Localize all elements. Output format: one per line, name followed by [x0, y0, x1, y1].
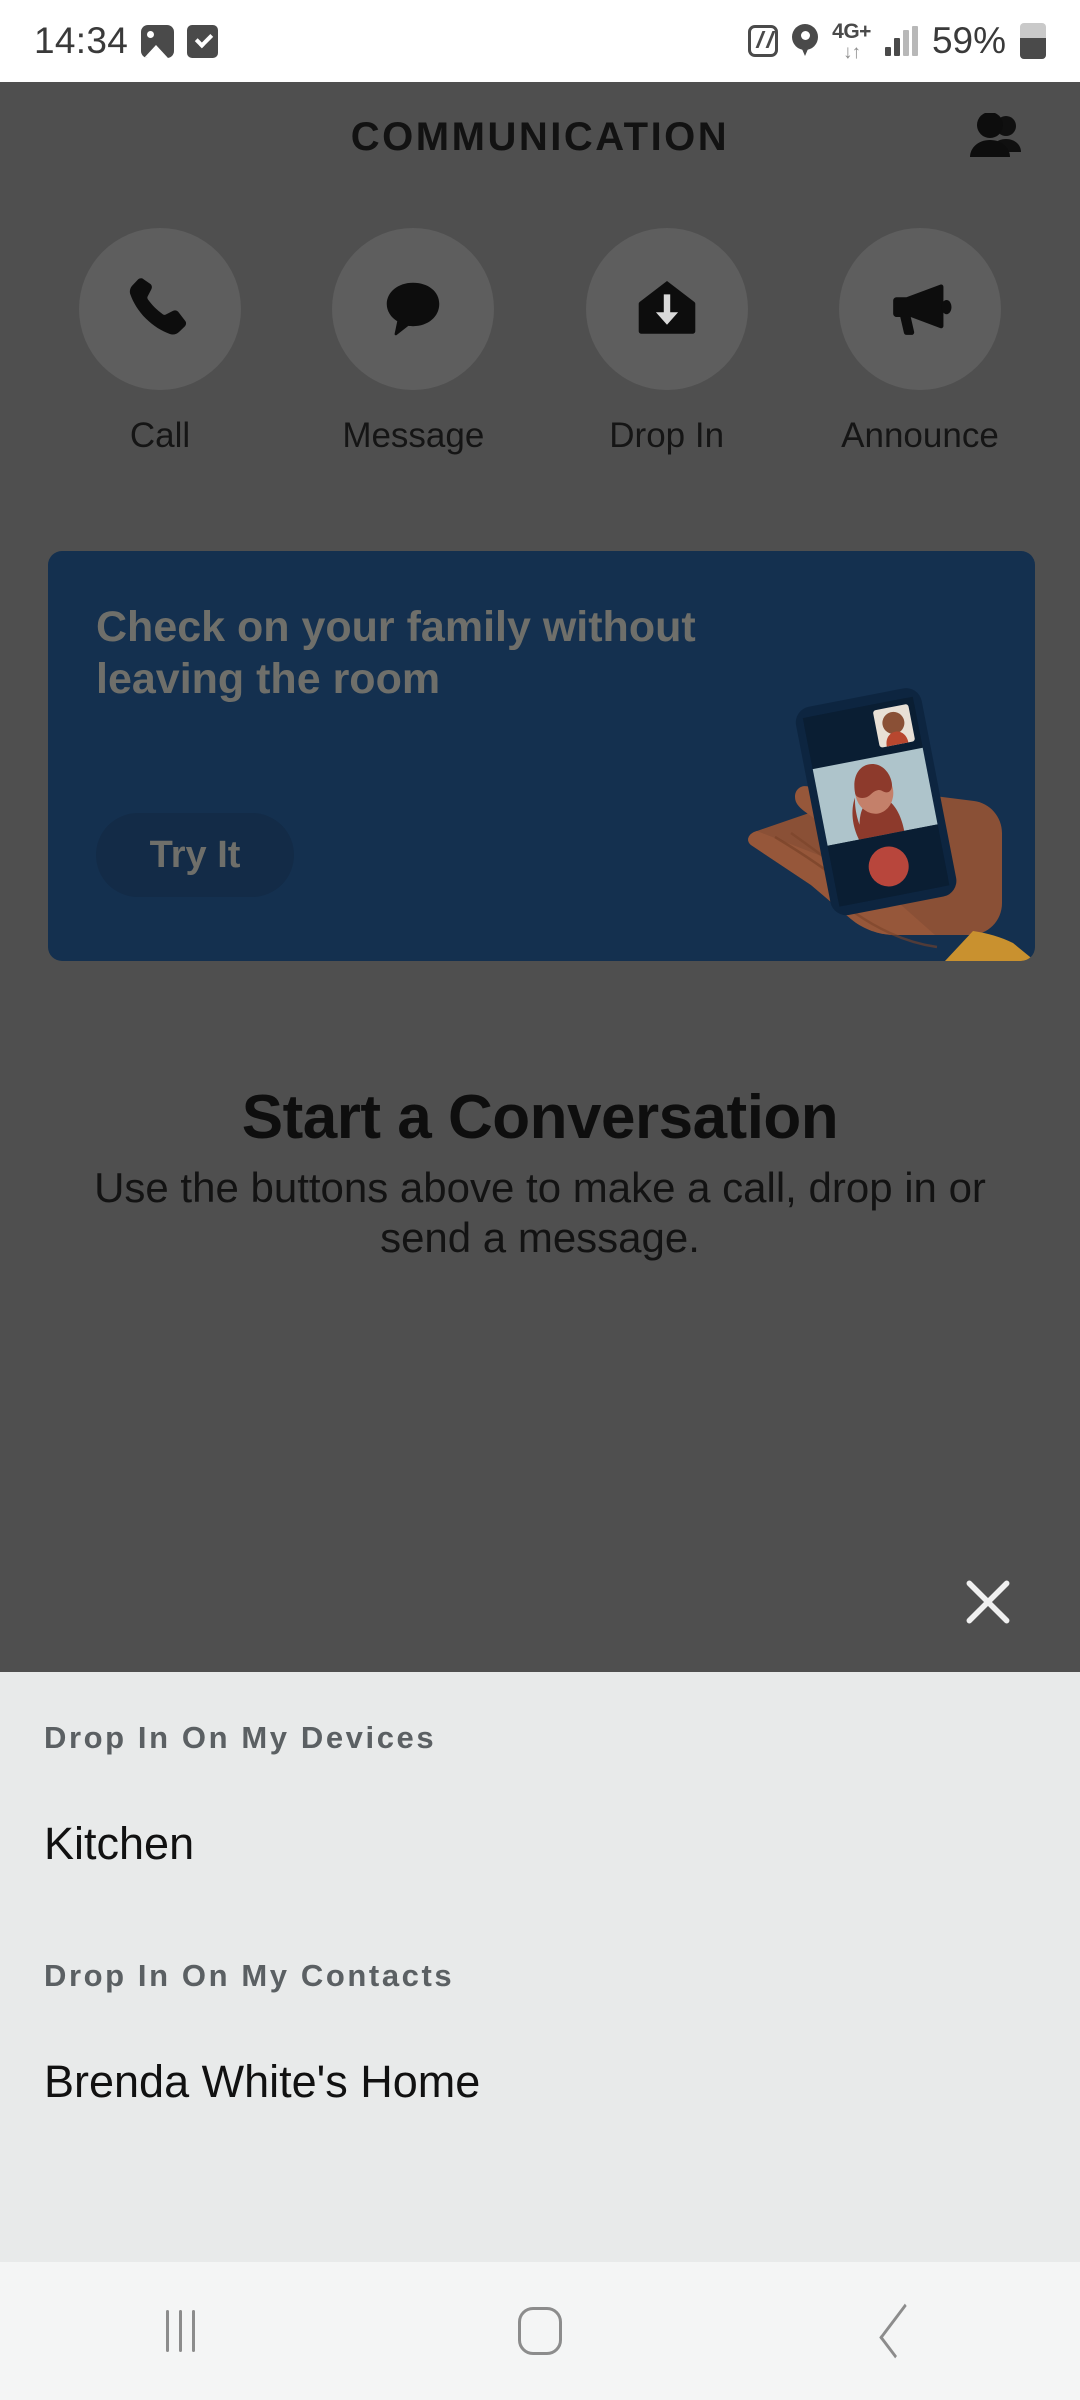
action-call[interactable]: Call — [75, 228, 245, 456]
action-drop-in-circle — [585, 228, 748, 390]
network-traffic-arrows: ↓↑ — [843, 41, 861, 63]
location-pin-icon — [792, 24, 819, 58]
status-bar: 14:34 4G+ ↓↑ 59% — [0, 0, 1080, 82]
action-button-row: Call Message Drop In Announce — [0, 228, 1080, 456]
list-item-kitchen[interactable]: Kitchen — [44, 1756, 1036, 1870]
nfc-icon — [748, 25, 779, 57]
people-icon — [970, 113, 1021, 157]
speech-bubble-icon — [387, 282, 440, 336]
sheet-section-header-contacts: Drop In On My Contacts — [44, 1958, 455, 1993]
hand-holding-phone-illustration — [748, 688, 1035, 961]
network-type-label: 4G+ — [832, 19, 871, 43]
status-bar-clock: 14:34 — [34, 20, 129, 61]
action-announce[interactable]: Announce — [835, 228, 1005, 456]
action-message-circle — [332, 228, 495, 390]
action-call-circle — [79, 228, 241, 390]
home-button[interactable] — [360, 2262, 720, 2400]
recents-icon — [165, 2310, 195, 2352]
action-message-label: Message — [342, 416, 485, 455]
page-title: COMMUNICATION — [350, 114, 730, 159]
app-header: COMMUNICATION — [0, 82, 1080, 192]
recents-button[interactable] — [0, 2262, 360, 2400]
megaphone-icon — [893, 284, 952, 335]
status-bar-left: 14:34 — [34, 20, 219, 62]
promo-banner[interactable]: Check on your family without leaving the… — [48, 551, 1035, 961]
app-content-dimmed: COMMUNICATION Call Message Drop In Annou… — [0, 82, 1080, 1672]
drop-in-bottom-sheet: Drop In On My Devices Kitchen Drop In On… — [0, 1672, 1080, 2262]
sheet-section-header-devices: Drop In On My Devices — [44, 1720, 437, 1755]
action-announce-label: Announce — [841, 416, 999, 455]
back-button[interactable] — [720, 2262, 1080, 2400]
checkbox-icon — [187, 24, 219, 58]
battery-percent-label: 59% — [931, 20, 1006, 61]
status-bar-right: 4G+ ↓↑ 59% — [748, 20, 1046, 62]
close-button[interactable] — [948, 1562, 1028, 1642]
empty-state: Start a Conversation Use the buttons abo… — [0, 1082, 1080, 1262]
action-call-label: Call — [129, 416, 191, 455]
phone-screen: 14:34 4G+ ↓↑ 59% COMMUNICATION Call Mess… — [0, 0, 1080, 2400]
close-x-icon — [966, 1580, 1010, 1624]
battery-icon — [1020, 23, 1046, 59]
action-announce-circle — [838, 228, 1001, 390]
back-chevron-icon — [879, 2303, 921, 2359]
home-icon — [518, 2307, 562, 2355]
empty-state-title: Start a Conversation — [241, 1083, 839, 1152]
house-arrow-down-icon — [638, 281, 695, 334]
action-drop-in[interactable]: Drop In — [582, 228, 752, 456]
list-item-brenda-whites-home[interactable]: Brenda White's Home — [44, 1994, 1036, 2108]
photo-icon — [141, 24, 175, 58]
empty-state-subtitle: Use the buttons above to make a call, dr… — [94, 1164, 986, 1261]
promo-banner-headline: Check on your family without leaving the… — [96, 603, 696, 704]
action-drop-in-label: Drop In — [609, 416, 725, 455]
contacts-button[interactable] — [962, 108, 1038, 170]
action-message[interactable]: Message — [328, 228, 498, 456]
system-navigation-bar — [0, 2262, 1080, 2400]
promo-banner-try-it-button[interactable]: Try It — [96, 813, 294, 897]
network-type-indicator: 4G+ ↓↑ — [832, 21, 871, 62]
signal-bars-icon — [884, 26, 918, 56]
phone-icon — [129, 278, 187, 335]
